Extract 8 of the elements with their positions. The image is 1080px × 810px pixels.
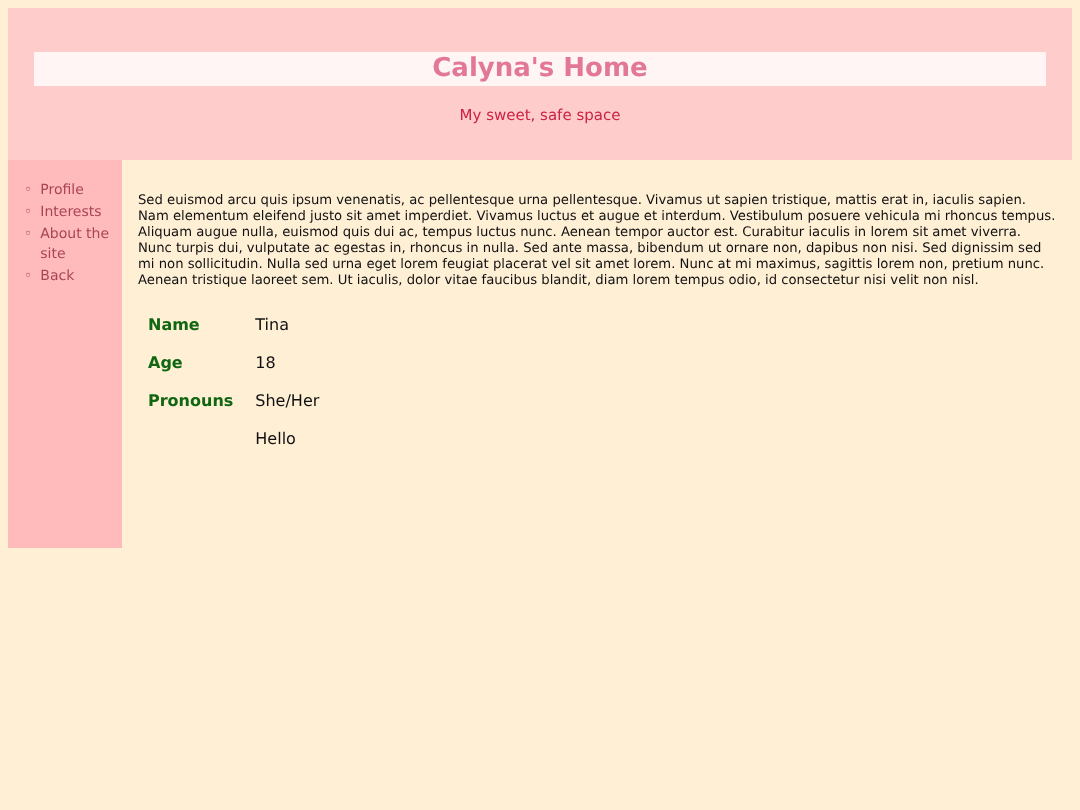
field-label: Age [148,354,183,372]
field-value: Tina [255,316,289,334]
site-title: Calyna's Home [34,52,1046,86]
field-value: 18 [255,354,276,372]
field-label: Name [148,316,200,334]
field-value: She/Her [255,392,320,410]
field-value: Hello [255,430,296,448]
field-label: Pronouns [148,392,234,410]
